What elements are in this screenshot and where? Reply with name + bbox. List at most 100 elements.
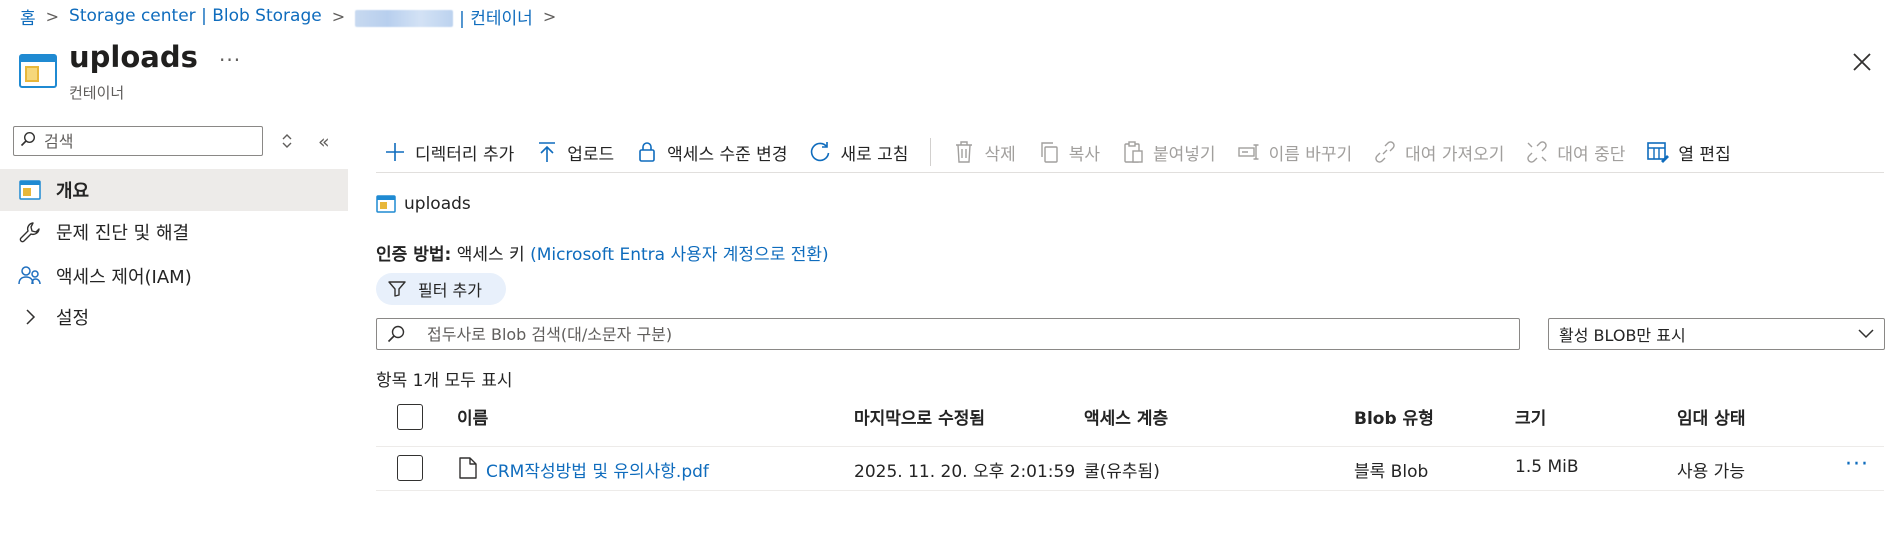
blob-visibility-dropdown[interactable]: 활성 BLOB만 표시 [1548, 318, 1885, 350]
trash-icon [953, 141, 975, 163]
toolbar-divider [930, 138, 932, 166]
search-icon [20, 131, 36, 151]
column-header-modified[interactable]: 마지막으로 수정됨 [854, 404, 985, 429]
sidebar-search-box [13, 126, 263, 156]
blob-modified: 2025. 11. 20. 오후 2:01:59 [854, 462, 1076, 482]
redacted-account-name [355, 10, 454, 27]
file-icon [459, 457, 477, 483]
auth-method-value: 액세스 키 [456, 245, 525, 265]
refresh-icon [809, 141, 831, 163]
sidebar-item-label: 개요 [56, 181, 90, 202]
add-filter-button[interactable]: 필터 추가 [376, 273, 506, 305]
add-directory-label: 디렉터리 추가 [415, 144, 515, 165]
container-header-icon [19, 54, 57, 92]
rename-button[interactable]: 이름 바꾸기 [1237, 140, 1353, 165]
page-subtitle: 컨테이너 [69, 84, 125, 102]
container-icon [376, 195, 396, 213]
auth-method-row: 인증 방법: 액세스 키 (Microsoft Entra 사용자 계정으로 전… [376, 240, 829, 265]
collapse-sidebar-button[interactable]: « [318, 131, 330, 153]
breadcrumb-separator-icon: > [542, 6, 557, 26]
plus-icon [384, 141, 406, 163]
refresh-label: 새로 고침 [840, 144, 909, 165]
column-header-access-tier[interactable]: 액세스 계층 [1084, 404, 1168, 429]
edit-columns-icon [1647, 141, 1670, 163]
blob-size: 1.5 MiB [1515, 457, 1579, 477]
command-bar: 디렉터리 추가 업로드 액세스 수준 변경 새로 고침 삭제 복사 붙여넣기 이… [384, 134, 1753, 170]
blob-name-link[interactable]: CRM작성방법 및 유의사항.pdf [486, 457, 709, 482]
sidebar-item-label: 문제 진단 및 해결 [56, 223, 190, 244]
add-filter-label: 필터 추가 [418, 281, 482, 300]
add-directory-button[interactable]: 디렉터리 추가 [384, 140, 514, 165]
break-lease-button[interactable]: 대여 중단 [1526, 140, 1625, 165]
blob-search-box [376, 318, 1520, 350]
blob-access-tier: 쿨(유추됨) [1084, 462, 1160, 482]
container-icon [18, 178, 42, 202]
row-more-options-button[interactable]: ··· [1845, 452, 1869, 477]
chevron-right-icon [18, 305, 42, 329]
more-options-button[interactable]: ··· [219, 48, 241, 72]
blob-visibility-value: 활성 BLOB만 표시 [1559, 326, 1686, 345]
edit-columns-label: 열 편집 [1678, 144, 1731, 165]
edit-columns-button[interactable]: 열 편집 [1647, 140, 1731, 165]
copy-label: 복사 [1068, 144, 1100, 165]
change-access-level-label: 액세스 수준 변경 [667, 144, 788, 165]
select-all-checkbox[interactable] [397, 404, 423, 430]
sidebar-item-label: 설정 [56, 308, 90, 329]
upload-label: 업로드 [567, 144, 615, 165]
item-count-text: 항목 1개 모두 표시 [376, 371, 513, 391]
page-title: uploads [69, 40, 198, 74]
refresh-button[interactable]: 새로 고침 [809, 140, 908, 165]
acquire-lease-button[interactable]: 대여 가져오기 [1374, 140, 1504, 165]
breadcrumb: 홈 > Storage center | Blob Storage > | 컨테… [20, 4, 566, 29]
breadcrumb-home[interactable]: 홈 [20, 4, 36, 29]
sidebar-item-iam[interactable]: 액세스 제어(IAM) [0, 255, 348, 297]
rename-label: 이름 바꾸기 [1268, 144, 1353, 165]
sidebar-item-label: 액세스 제어(IAM) [56, 267, 192, 288]
wrench-icon [18, 220, 42, 244]
table-header-divider [376, 446, 1884, 447]
breadcrumb-separator-icon: > [45, 6, 60, 26]
upload-icon [536, 141, 558, 163]
lock-icon [636, 141, 658, 163]
column-header-lease-state[interactable]: 임대 상태 [1677, 404, 1745, 429]
chevron-down-icon [1858, 329, 1874, 339]
container-path: uploads [376, 194, 471, 214]
breadcrumb-storage-account[interactable]: | 컨테이너 [355, 4, 533, 29]
breadcrumb-separator-icon: > [331, 6, 346, 26]
sidebar-item-settings[interactable]: 설정 [0, 296, 348, 338]
breadcrumb-storage-center[interactable]: Storage center | Blob Storage [69, 6, 322, 26]
break-lease-label: 대여 중단 [1557, 144, 1626, 165]
copy-icon [1038, 141, 1060, 163]
switch-to-entra-link[interactable]: (Microsoft Entra 사용자 계정으로 전환) [530, 245, 829, 265]
paste-label: 붙여넣기 [1153, 144, 1216, 165]
paste-button[interactable]: 붙여넣기 [1122, 140, 1216, 165]
column-header-name[interactable]: 이름 [457, 404, 488, 429]
sidebar-item-overview[interactable]: 개요 [0, 169, 348, 211]
rename-icon [1237, 141, 1260, 163]
row-select-checkbox[interactable] [397, 455, 423, 481]
blob-lease-state: 사용 가능 [1677, 462, 1745, 482]
sidebar-item-diagnose[interactable]: 문제 진단 및 해결 [0, 211, 348, 253]
copy-button[interactable]: 복사 [1038, 140, 1100, 165]
broken-link-icon [1526, 141, 1548, 163]
delete-label: 삭제 [984, 144, 1016, 165]
column-header-blob-type[interactable]: Blob 유형 [1354, 404, 1434, 429]
toolbar-divider-line [376, 172, 1884, 173]
auth-method-label: 인증 방법: [376, 245, 452, 265]
delete-button[interactable]: 삭제 [953, 140, 1016, 165]
sort-icon[interactable] [279, 131, 295, 151]
search-icon [387, 325, 405, 343]
link-icon [1374, 141, 1396, 163]
table-row-divider [376, 490, 1884, 491]
acquire-lease-label: 대여 가져오기 [1405, 144, 1505, 165]
sidebar-search-input[interactable] [42, 130, 246, 152]
close-icon[interactable] [1850, 50, 1874, 74]
blob-prefix-search-input[interactable] [425, 323, 1509, 345]
paste-icon [1122, 141, 1144, 163]
container-path-label[interactable]: uploads [404, 194, 471, 214]
breadcrumb-account-suffix: | 컨테이너 [459, 8, 533, 29]
column-header-size[interactable]: 크기 [1515, 404, 1546, 429]
change-access-level-button[interactable]: 액세스 수준 변경 [636, 140, 787, 165]
upload-button[interactable]: 업로드 [536, 140, 614, 165]
blob-type: 블록 Blob [1354, 462, 1429, 482]
